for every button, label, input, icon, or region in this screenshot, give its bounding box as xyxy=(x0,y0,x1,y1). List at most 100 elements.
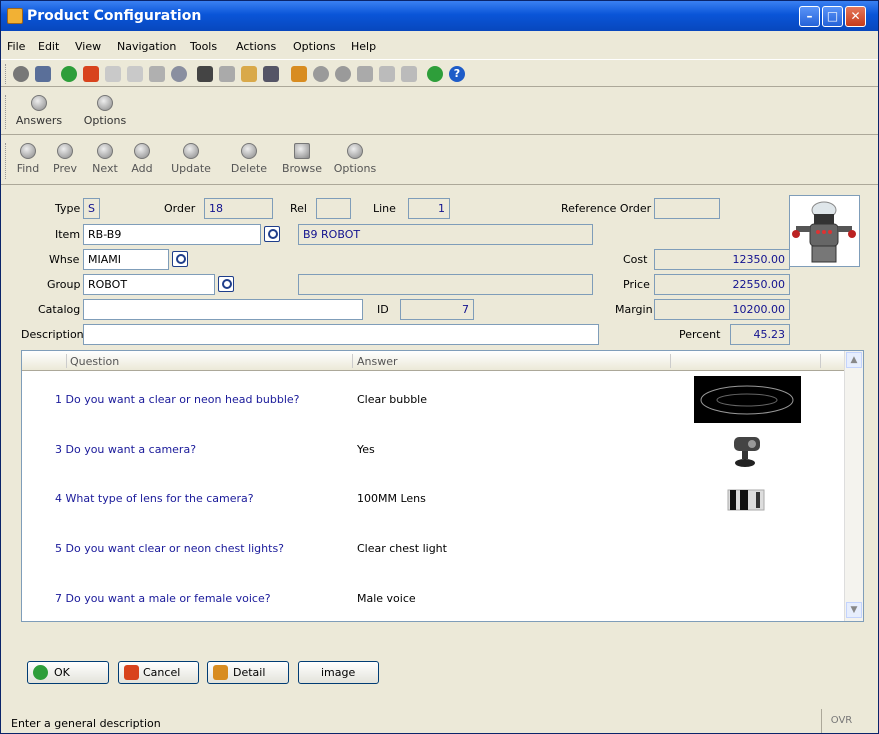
id-field[interactable]: 7 xyxy=(400,299,474,320)
next-button[interactable]: Next xyxy=(87,143,123,175)
robot-image xyxy=(789,195,860,267)
options-nav-button[interactable]: Options xyxy=(331,143,379,175)
web-icon[interactable] xyxy=(427,66,443,82)
cancel-icon xyxy=(124,665,139,680)
options-button[interactable]: Options xyxy=(79,95,131,127)
browse-icon xyxy=(294,143,310,159)
grid-row[interactable]: 4 What type of lens for the camera? 100M… xyxy=(22,492,845,532)
lens-icon xyxy=(727,489,765,511)
detail-button[interactable]: Detail xyxy=(207,661,289,684)
answers-button[interactable]: Answers xyxy=(13,95,65,127)
minimize-button[interactable]: – xyxy=(799,6,820,27)
arrow-left-icon xyxy=(57,143,73,159)
cancel-button[interactable]: Cancel xyxy=(118,661,199,684)
add-circle-icon xyxy=(97,95,113,111)
menu-tools[interactable]: Tools xyxy=(190,40,217,53)
grid-row[interactable]: 3 Do you want a camera? Yes xyxy=(22,443,845,483)
options-label: Options xyxy=(83,114,127,127)
ok-button[interactable]: OK xyxy=(27,661,109,684)
webcam-icon xyxy=(734,437,760,467)
document-icon[interactable] xyxy=(105,66,121,82)
catalog-field[interactable] xyxy=(83,299,363,320)
status-bar: Enter a general description OVR xyxy=(1,709,878,733)
question-text: 5 Do you want clear or neon chest lights… xyxy=(55,542,285,555)
cancel-icon[interactable] xyxy=(83,66,99,82)
cancel-label: Cancel xyxy=(143,666,181,679)
whse-lookup-icon[interactable] xyxy=(172,251,188,267)
update-label: Update xyxy=(171,162,211,175)
whse-field[interactable]: MIAMI xyxy=(83,249,169,270)
line-field[interactable]: 1 xyxy=(408,198,450,219)
delete-button[interactable]: Delete xyxy=(225,143,273,175)
grid-scrollbar[interactable]: ▲ ▼ xyxy=(844,351,863,621)
id-label: ID xyxy=(377,303,389,316)
menu-edit[interactable]: Edit xyxy=(38,40,59,53)
chat-icon[interactable] xyxy=(379,66,395,82)
price-field: 22550.00 xyxy=(654,274,790,295)
ok-label: OK xyxy=(54,666,70,679)
question-text: 1 Do you want a clear or neon head bubbl… xyxy=(55,393,300,406)
overwrite-mode-indicator: OVR xyxy=(821,709,861,733)
prev-button[interactable]: Prev xyxy=(47,143,83,175)
margin-field: 10200.00 xyxy=(654,299,790,320)
item-lookup-icon[interactable] xyxy=(264,226,280,242)
report-icon[interactable] xyxy=(149,66,165,82)
image-button[interactable]: image xyxy=(298,661,379,684)
attachment-icon[interactable] xyxy=(219,66,235,82)
answer-text: Yes xyxy=(357,443,375,456)
maximize-button[interactable]: □ xyxy=(822,6,843,27)
down-circle-icon[interactable] xyxy=(313,66,329,82)
app-icon xyxy=(7,8,23,24)
update-button[interactable]: Update xyxy=(161,143,221,175)
close-button[interactable]: ✕ xyxy=(845,6,866,27)
magnifier-icon xyxy=(20,143,36,159)
group-field[interactable]: ROBOT xyxy=(83,274,215,295)
image-label: image xyxy=(321,666,356,679)
menu-options[interactable]: Options xyxy=(293,40,335,53)
menu-actions[interactable]: Actions xyxy=(236,40,276,53)
menu-file[interactable]: File xyxy=(7,40,25,53)
browse-button[interactable]: Browse xyxy=(277,143,327,175)
clipboard-icon[interactable] xyxy=(401,66,417,82)
navigation-toolbar: Find Prev Next Add Update Delete Browse … xyxy=(1,137,878,185)
whse-label: Whse xyxy=(49,253,80,266)
rel-field[interactable] xyxy=(316,198,351,219)
type-label: Type xyxy=(55,202,81,215)
type-field[interactable]: S xyxy=(83,198,100,219)
group-label: Group xyxy=(47,278,81,291)
description-field[interactable] xyxy=(83,324,599,345)
reference-order-field[interactable] xyxy=(654,198,720,219)
grid-row[interactable]: 5 Do you want clear or neon chest lights… xyxy=(22,542,845,582)
edit-note-icon[interactable] xyxy=(241,66,257,82)
power-icon[interactable] xyxy=(13,66,29,82)
up-circle-icon[interactable] xyxy=(335,66,351,82)
grid-row[interactable]: 7 Do you want a male or female voice? Ma… xyxy=(22,592,845,632)
prev-label: Prev xyxy=(53,162,77,175)
order-label: Order xyxy=(164,202,196,215)
copy-icon[interactable] xyxy=(127,66,143,82)
menu-help[interactable]: Help xyxy=(351,40,376,53)
detail-icon xyxy=(213,665,228,680)
detail-icon[interactable] xyxy=(291,66,307,82)
find-button[interactable]: Find xyxy=(13,143,43,175)
tools-icon[interactable] xyxy=(357,66,373,82)
menu-navigation[interactable]: Navigation xyxy=(117,40,176,53)
find-label: Find xyxy=(16,162,40,175)
percent-field: 45.23 xyxy=(730,324,790,345)
search-icon[interactable] xyxy=(171,66,187,82)
order-field[interactable]: 18 xyxy=(204,198,273,219)
menu-view[interactable]: View xyxy=(75,40,101,53)
help-icon[interactable]: ? xyxy=(449,66,465,82)
scroll-down-icon[interactable]: ▼ xyxy=(846,602,862,618)
group-lookup-icon[interactable] xyxy=(218,276,234,292)
column-header-answer[interactable]: Answer xyxy=(357,355,398,368)
notebook-icon[interactable] xyxy=(197,66,213,82)
screen-icon[interactable] xyxy=(35,66,51,82)
calendar-icon[interactable] xyxy=(263,66,279,82)
add-button[interactable]: Add xyxy=(127,143,157,175)
column-header-question[interactable]: Question xyxy=(70,355,119,368)
check-icon[interactable] xyxy=(61,66,77,82)
scroll-up-icon[interactable]: ▲ xyxy=(846,352,862,368)
title-bar: Product Configuration – □ ✕ xyxy=(1,1,878,31)
item-field[interactable]: RB-B9 xyxy=(83,224,261,245)
